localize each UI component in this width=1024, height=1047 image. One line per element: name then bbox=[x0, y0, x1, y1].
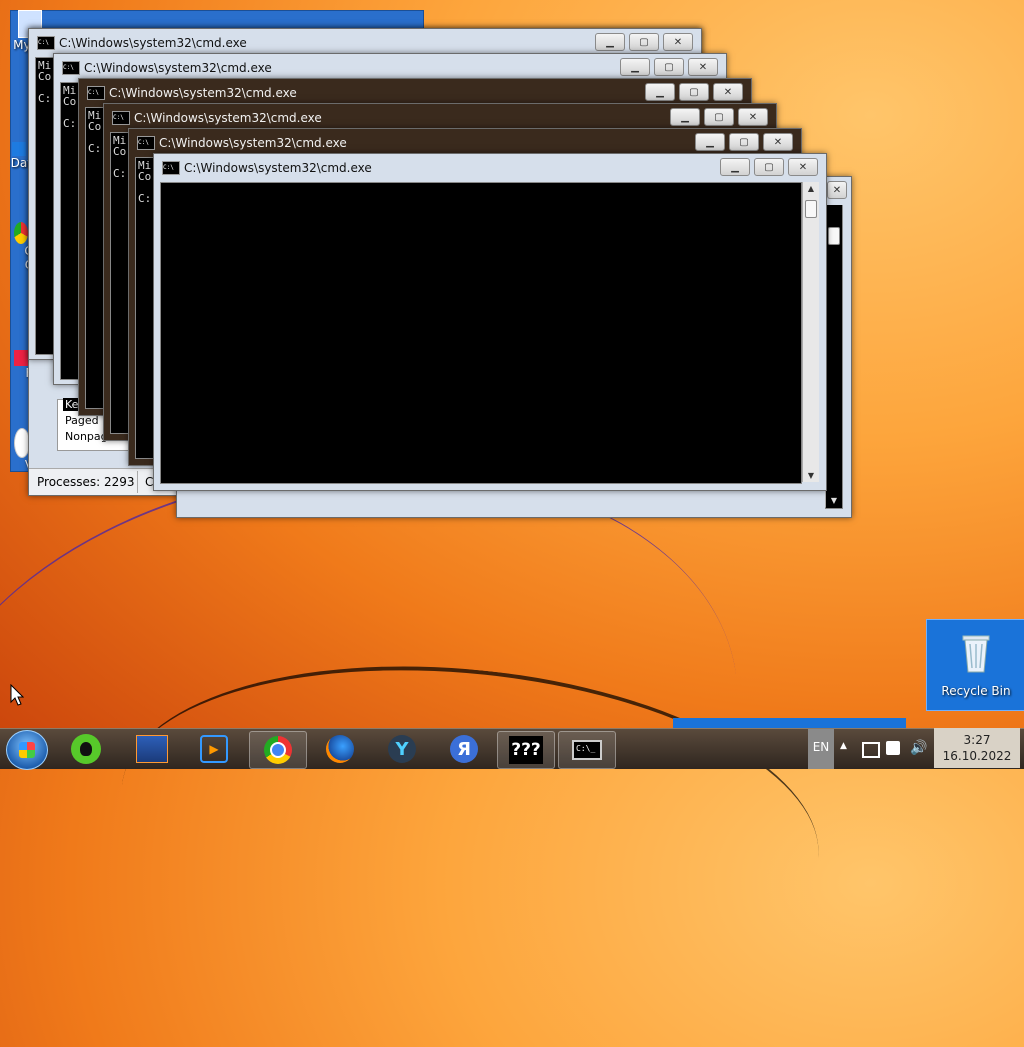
window-title: C:\Windows\system32\cmd.exe bbox=[84, 61, 272, 75]
maximize-button[interactable]: ▢ bbox=[654, 58, 684, 76]
taskbar-clock[interactable]: 3:27 16.10.2022 bbox=[934, 728, 1020, 768]
console-text: Mi Co C: bbox=[88, 109, 102, 155]
minimize-button[interactable]: ▁ bbox=[695, 133, 725, 151]
action-center-icon[interactable] bbox=[886, 741, 900, 755]
volume-icon[interactable]: 🔊 bbox=[910, 740, 927, 756]
close-button[interactable]: ✕ bbox=[788, 158, 818, 176]
question-app-icon: ??? bbox=[509, 736, 543, 764]
close-button[interactable]: ✕ bbox=[738, 108, 768, 126]
close-button[interactable]: ✕ bbox=[763, 133, 793, 151]
status-separator bbox=[137, 471, 138, 493]
minimize-button[interactable]: ▁ bbox=[670, 108, 700, 126]
start-button[interactable] bbox=[6, 730, 48, 770]
partial-window-strip bbox=[673, 718, 906, 728]
taskbar-app-2[interactable] bbox=[124, 731, 180, 767]
cmd-icon: C:\_ bbox=[572, 740, 602, 760]
show-hidden-icons-button[interactable]: ▲ bbox=[840, 741, 847, 751]
close-button[interactable]: ✕ bbox=[713, 83, 743, 101]
taskbar-app-3[interactable]: ▶ bbox=[186, 731, 242, 767]
console-area[interactable] bbox=[160, 182, 802, 484]
taskbar-app-1[interactable] bbox=[58, 731, 114, 767]
chrome-icon bbox=[264, 736, 292, 764]
window-title: C:\Windows\system32\cmd.exe bbox=[59, 36, 247, 50]
window-title: C:\Windows\system32\cmd.exe bbox=[184, 161, 372, 175]
taskbar-app-yandex[interactable]: Я bbox=[436, 731, 492, 767]
shortcut-icon bbox=[12, 142, 26, 156]
language-indicator[interactable]: EN bbox=[808, 729, 834, 769]
minimize-button[interactable]: ▁ bbox=[645, 83, 675, 101]
green-app-icon bbox=[71, 734, 101, 764]
cmd-window-front[interactable]: C:\ C:\Windows\system32\cmd.exe ▁ ▢ ✕ ▲ … bbox=[153, 153, 827, 491]
scroll-down-arrow[interactable]: ▼ bbox=[803, 471, 819, 480]
yandex-browser-icon: Y bbox=[388, 735, 416, 763]
recycle-bin-icon bbox=[962, 635, 990, 673]
chrome-icon bbox=[14, 222, 28, 244]
window-title: C:\Windows\system32\cmd.exe bbox=[109, 86, 297, 100]
shortcut-icon bbox=[14, 350, 28, 366]
console-text: Mi Co C: bbox=[138, 159, 152, 205]
minimize-button[interactable]: ▁ bbox=[720, 158, 750, 176]
player-app-icon: ▶ bbox=[200, 735, 228, 763]
minimize-button[interactable]: ▁ bbox=[595, 33, 625, 51]
media-app-icon bbox=[136, 735, 168, 763]
scroll-thumb[interactable] bbox=[805, 200, 817, 218]
window-title: C:\Windows\system32\cmd.exe bbox=[134, 111, 322, 125]
desktop-icon-recycle-bin[interactable]: Recycle Bin bbox=[926, 619, 1024, 711]
console-text: Mi Co C: bbox=[63, 84, 77, 130]
window-title: C:\Windows\system32\cmd.exe bbox=[159, 136, 347, 150]
scrollbar[interactable]: ▲ ▼ bbox=[802, 182, 819, 482]
cmd-icon: C:\ bbox=[137, 136, 155, 150]
mouse-cursor-icon bbox=[10, 684, 24, 706]
cmd-icon: C:\ bbox=[62, 61, 80, 75]
taskbar-app-yandex-browser[interactable]: Y bbox=[374, 731, 430, 767]
maximize-button[interactable]: ▢ bbox=[679, 83, 709, 101]
yandex-icon: Я bbox=[450, 735, 478, 763]
taskbar-app-chrome[interactable] bbox=[249, 731, 307, 769]
scroll-thumb[interactable] bbox=[828, 227, 840, 245]
taskbar: ▶ Y Я ??? C:\_ EN ▲ 🔊 bbox=[0, 728, 1024, 770]
processes-count: Processes: 2293 bbox=[37, 475, 135, 489]
console-text: Mi Co C: bbox=[38, 59, 52, 105]
taskbar-app-cmd[interactable]: C:\_ bbox=[558, 731, 616, 769]
cmd-icon: C:\ bbox=[87, 86, 105, 100]
clock-date: 16.10.2022 bbox=[942, 749, 1012, 763]
taskbar-app-unknown[interactable]: ??? bbox=[497, 731, 555, 769]
minimize-button[interactable]: ▁ bbox=[620, 58, 650, 76]
maximize-button[interactable]: ▢ bbox=[629, 33, 659, 51]
firefox-icon bbox=[326, 735, 354, 763]
maximize-button[interactable]: ▢ bbox=[754, 158, 784, 176]
recycle-bin-label: Recycle Bin bbox=[941, 684, 1011, 698]
cmd-icon: C:\ bbox=[112, 111, 130, 125]
clock-time: 3:27 bbox=[963, 733, 991, 747]
cmd-icon: C:\ bbox=[37, 36, 55, 50]
nonpaged-label: Nonpag bbox=[65, 430, 108, 443]
cmd-icon: C:\ bbox=[162, 161, 180, 175]
wallpaper-swirl-2 bbox=[106, 634, 834, 1010]
maximize-button[interactable]: ▢ bbox=[729, 133, 759, 151]
scroll-down-arrow[interactable]: ▼ bbox=[826, 496, 842, 505]
scrollbar[interactable]: ▼ bbox=[825, 205, 842, 507]
scroll-up-arrow[interactable]: ▲ bbox=[803, 184, 819, 193]
windows-logo-icon bbox=[19, 742, 35, 758]
network-icon[interactable] bbox=[862, 742, 880, 758]
maximize-button[interactable]: ▢ bbox=[704, 108, 734, 126]
console-text: Mi Co C: bbox=[113, 134, 127, 180]
close-button[interactable]: ✕ bbox=[663, 33, 693, 51]
close-button[interactable]: ✕ bbox=[827, 181, 847, 199]
close-button[interactable]: ✕ bbox=[688, 58, 718, 76]
taskbar-app-firefox[interactable] bbox=[312, 731, 368, 767]
